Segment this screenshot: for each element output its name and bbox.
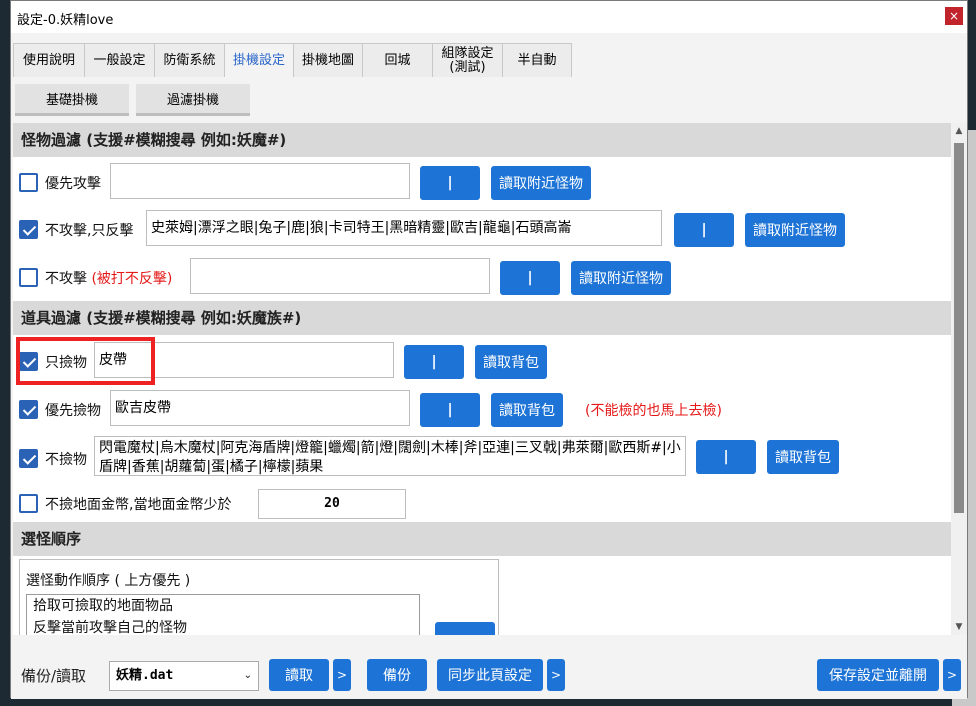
- sync-more-button[interactable]: >: [547, 659, 565, 691]
- tab-general[interactable]: 一般設定: [84, 43, 155, 77]
- priority-pickup-input[interactable]: 歐吉皮帶: [110, 390, 410, 426]
- tab-afk-map[interactable]: 掛機地圖: [293, 43, 363, 77]
- profile-select[interactable]: 妖精.dat ⌄: [109, 661, 259, 691]
- highlight-box: [16, 337, 155, 385]
- target-order-box: 選怪動作順序 ( 上方優先 ) 拾取可撿取的地面物品 反擊當前攻擊自己的怪物: [19, 559, 499, 635]
- backup-button[interactable]: 備份: [367, 659, 427, 691]
- priority-pickup-read-button[interactable]: 讀取背包: [491, 393, 563, 427]
- backup-read-label: 備份/讀取: [21, 667, 87, 685]
- no-attack-row: 不攻擊 (被打不反擊) | 讀取附近怪物: [13, 258, 951, 298]
- priority-attack-input[interactable]: [110, 163, 410, 199]
- only-pickup-read-button[interactable]: 讀取背包: [475, 345, 547, 379]
- sub-tabs: 基礎掛機 過濾掛機: [15, 84, 250, 116]
- item-filter-header: 道具過濾 (支援#模糊搜尋 例如:妖魔族#): [13, 301, 951, 335]
- tab-semi-auto[interactable]: 半自動: [502, 43, 572, 77]
- priority-attack-row: 優先攻擊 | 讀取附近怪物: [13, 163, 951, 203]
- no-attack-counter-read-button[interactable]: 讀取附近怪物: [745, 213, 845, 247]
- no-pickup-row: 不撿物 閃電魔杖|烏木魔杖|阿克海盾牌|燈籠|蠟燭|箭|燈|闊劍|木棒|斧|亞連…: [13, 436, 951, 476]
- main-tabs: 使用說明 一般設定 防衛系統 掛機設定 掛機地圖 回城 組隊設定 (測試) 半自…: [13, 43, 572, 77]
- priority-pickup-checkbox[interactable]: [19, 400, 38, 419]
- scroll-thumb[interactable]: [954, 143, 964, 513]
- list-item[interactable]: 拾取可撿取的地面物品: [27, 595, 419, 617]
- order-move-button[interactable]: [435, 622, 495, 635]
- vertical-scrollbar[interactable]: ▲ ▼: [951, 123, 967, 635]
- no-attack-checkbox[interactable]: [19, 268, 38, 287]
- save-more-button[interactable]: >: [943, 659, 961, 691]
- no-attack-label: 不攻擊 (被打不反擊): [45, 271, 173, 287]
- no-pickup-checkbox[interactable]: [19, 449, 38, 468]
- tab-defense[interactable]: 防衛系統: [154, 43, 225, 77]
- priority-pickup-label: 優先撿物: [45, 403, 101, 419]
- tab-instructions[interactable]: 使用說明: [13, 43, 85, 77]
- no-pickup-label: 不撿物: [45, 452, 87, 468]
- footer-bar: 備份/讀取 妖精.dat ⌄ 讀取 > 備份 同步此頁設定 > 保存設定並離開 …: [11, 647, 967, 699]
- subtab-basic[interactable]: 基礎掛機: [15, 84, 129, 116]
- no-attack-counter-row: 不攻擊,只反擊 史萊姆|漂浮之眼|兔子|鹿|狼|卡司特王|黑暗精靈|歐吉|龍龜|…: [13, 210, 951, 250]
- target-order-header: 選怪順序: [13, 522, 951, 556]
- profile-select-value: 妖精.dat: [116, 668, 174, 683]
- priority-attack-checkbox[interactable]: [19, 173, 38, 192]
- window-title: 設定-0.妖精love: [17, 13, 114, 28]
- no-attack-counter-input[interactable]: 史萊姆|漂浮之眼|兔子|鹿|狼|卡司特王|黑暗精靈|歐吉|龍龜|石頭高崙: [146, 210, 662, 246]
- gold-threshold-input[interactable]: 20: [258, 489, 406, 519]
- no-attack-note: (被打不反擊): [91, 271, 173, 287]
- priority-pickup-pipe-button[interactable]: |: [420, 393, 480, 427]
- settings-content: 怪物過濾 (支援#模糊搜尋 例如:妖魔#) 優先攻擊 | 讀取附近怪物 不攻擊,…: [13, 123, 951, 635]
- tab-return-town[interactable]: 回城: [362, 43, 433, 77]
- tab-afk-settings[interactable]: 掛機設定: [224, 43, 294, 77]
- gold-row: 不撿地面金幣,當地面金幣少於 20: [13, 486, 951, 526]
- no-attack-counter-label: 不攻擊,只反擊: [45, 223, 134, 239]
- no-pickup-pipe-button[interactable]: |: [696, 440, 756, 474]
- read-more-button[interactable]: >: [333, 659, 351, 691]
- tab-party[interactable]: 組隊設定 (測試): [432, 43, 503, 77]
- priority-attack-label: 優先攻擊: [45, 176, 101, 192]
- read-button[interactable]: 讀取: [269, 659, 329, 691]
- scroll-up-icon[interactable]: ▲: [951, 123, 967, 139]
- no-pickup-read-button[interactable]: 讀取背包: [767, 440, 839, 474]
- priority-pickup-note: (不能檢的也馬上去檢): [585, 403, 722, 419]
- no-attack-read-button[interactable]: 讀取附近怪物: [571, 261, 671, 295]
- target-order-title: 選怪動作順序 ( 上方優先 ): [26, 573, 191, 589]
- no-pickup-input[interactable]: 閃電魔杖|烏木魔杖|阿克海盾牌|燈籠|蠟燭|箭|燈|闊劍|木棒|斧|亞連|三叉戟…: [94, 436, 686, 476]
- chevron-down-icon: ⌄: [243, 670, 252, 681]
- save-exit-button[interactable]: 保存設定並離開: [817, 659, 939, 691]
- sync-page-button[interactable]: 同步此頁設定: [437, 659, 543, 691]
- no-attack-pipe-button[interactable]: |: [500, 261, 560, 295]
- only-pickup-pipe-button[interactable]: |: [404, 345, 464, 379]
- priority-attack-pipe-button[interactable]: |: [420, 166, 480, 200]
- priority-attack-read-button[interactable]: 讀取附近怪物: [491, 166, 591, 200]
- close-button[interactable]: ×: [945, 7, 963, 25]
- monster-filter-header: 怪物過濾 (支援#模糊搜尋 例如:妖魔#): [13, 123, 951, 157]
- subtab-filter[interactable]: 過濾掛機: [136, 84, 250, 116]
- no-attack-counter-pipe-button[interactable]: |: [674, 213, 734, 247]
- list-item[interactable]: 反擊當前攻擊自己的怪物: [27, 617, 419, 635]
- no-attack-input[interactable]: [190, 258, 490, 294]
- title-bar: 設定-0.妖精love ×: [11, 1, 967, 33]
- gold-checkbox[interactable]: [19, 494, 38, 513]
- gold-label: 不撿地面金幣,當地面金幣少於: [45, 497, 232, 513]
- target-order-list[interactable]: 拾取可撿取的地面物品 反擊當前攻擊自己的怪物: [26, 594, 420, 635]
- settings-window: 設定-0.妖精love × 使用說明 一般設定 防衛系統 掛機設定 掛機地圖 回…: [10, 0, 968, 699]
- priority-pickup-row: 優先撿物 歐吉皮帶 | 讀取背包 (不能檢的也馬上去檢): [13, 390, 951, 430]
- no-attack-counter-checkbox[interactable]: [19, 220, 38, 239]
- scroll-down-icon[interactable]: ▼: [951, 619, 967, 635]
